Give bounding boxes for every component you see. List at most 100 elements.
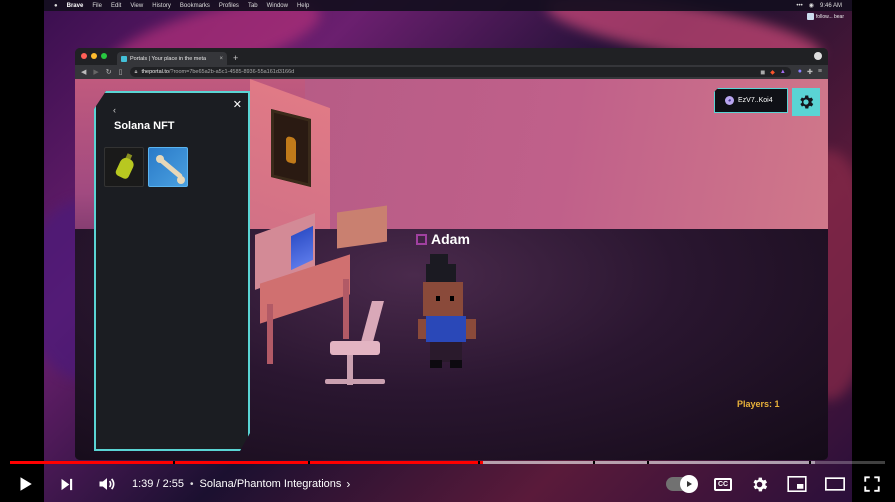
url-host: theportal.to <box>141 69 169 75</box>
avatar-eye <box>450 296 454 301</box>
tab-bar: Portals | Your place in the meta × + <box>75 48 828 65</box>
chapter-marker <box>809 461 811 464</box>
new-tab-button[interactable]: + <box>233 53 238 63</box>
avatar-head <box>423 282 463 316</box>
lock-icon: 🔒︎ <box>134 68 138 75</box>
back-arrow-icon[interactable]: ◀ <box>81 68 86 76</box>
close-icon[interactable]: ✕ <box>233 98 242 111</box>
portals-favicon-icon <box>121 55 127 62</box>
brave-shield-icon[interactable]: ◆ <box>770 69 775 76</box>
reload-icon[interactable]: ↻ <box>106 68 112 76</box>
extension-icon[interactable]: ● <box>798 68 802 76</box>
tab-title: Portals | Your place in the meta <box>130 55 207 62</box>
player-nameplate: Adam <box>416 231 470 247</box>
nightstand <box>337 205 387 249</box>
chair-seat <box>330 341 380 355</box>
menu-bookmarks[interactable]: Bookmarks <box>180 3 210 9</box>
bookmark-icon[interactable]: ▯ <box>119 68 123 76</box>
player-avatar[interactable] <box>418 254 480 379</box>
gear-icon <box>800 95 814 109</box>
game-viewport[interactable]: Adam ‹ ✕ Solana NFT ◕ EzV7..Koi4 Players… <box>75 79 828 460</box>
back-chevron-icon[interactable]: ‹ <box>113 105 116 115</box>
player-name: Adam <box>431 231 470 247</box>
phantom-wallet-icon: ◕ <box>725 96 734 105</box>
url-path: /?room=7be65a2b-a5c1-4585-8936-55a161d31… <box>168 69 295 75</box>
autoplay-toggle[interactable] <box>666 475 698 493</box>
avatar-arm <box>466 319 476 339</box>
tab-search-icon[interactable] <box>814 52 822 60</box>
browser-window: Portals | Your place in the meta × + ◀ ▶… <box>75 48 828 460</box>
chapter-marker <box>593 461 595 464</box>
camera-icon[interactable]: ◼ <box>760 69 765 76</box>
avatar-body <box>426 316 466 342</box>
video-progress-bar[interactable] <box>10 461 885 464</box>
potion-icon <box>114 156 135 180</box>
settings-video-button[interactable] <box>750 475 769 494</box>
autoplay-play-icon <box>687 481 692 487</box>
desk-leg <box>267 304 273 364</box>
menu-icon[interactable]: ≡ <box>818 68 822 76</box>
menubar-clock[interactable]: 9:46 AM <box>820 3 842 9</box>
menu-profiles[interactable]: Profiles <box>219 3 239 9</box>
wallet-address: EzV7..Koi4 <box>738 97 773 104</box>
chapter-title[interactable]: Solana/Phantom Integrations <box>200 478 342 490</box>
wallet-button[interactable]: ◕ EzV7..Koi4 <box>714 88 788 113</box>
menu-tab[interactable]: Tab <box>248 3 258 9</box>
video-player: ● Brave File Edit View History Bookmarks… <box>0 0 895 502</box>
minimize-window-button[interactable] <box>91 53 97 59</box>
players-count: Players: 1 <box>737 399 780 409</box>
settings-button[interactable] <box>792 88 820 116</box>
desk-leg <box>343 279 349 339</box>
desktop-file[interactable]: follow... bear <box>806 13 844 20</box>
menu-history[interactable]: History <box>152 3 171 9</box>
play-icon <box>20 477 32 491</box>
apple-icon[interactable]: ● <box>54 3 58 9</box>
nft-grid <box>104 147 188 187</box>
miniplayer-button[interactable] <box>787 476 807 492</box>
nft-panel-title: Solana NFT <box>114 120 175 132</box>
avatar-legs <box>430 342 462 362</box>
chapter-chevron-icon[interactable]: › <box>346 477 350 491</box>
nft-item-bone[interactable] <box>148 147 188 187</box>
tab-close-icon[interactable]: × <box>219 56 223 62</box>
puzzle-icon[interactable]: ✚ <box>807 68 813 76</box>
video-controls: 1:39 / 2:55 • Solana/Phantom Integration… <box>0 466 895 502</box>
theater-mode-button[interactable] <box>825 477 845 491</box>
forward-arrow-icon[interactable]: ▶ <box>93 68 98 76</box>
chapter-marker <box>478 461 480 464</box>
menu-file[interactable]: File <box>92 3 102 9</box>
address-bar[interactable]: 🔒︎ theportal.to/?room=7be65a2b-a5c1-4585… <box>129 67 791 77</box>
menubar-app-name[interactable]: Brave <box>67 3 84 9</box>
captions-button[interactable]: CC <box>714 477 732 491</box>
browser-tab[interactable]: Portals | Your place in the meta × <box>117 52 227 65</box>
dots-icon[interactable]: ••• <box>796 3 802 9</box>
avatar-shoe <box>450 360 462 368</box>
time-separator: • <box>190 478 194 490</box>
menu-edit[interactable]: Edit <box>111 3 121 9</box>
painting-bottle <box>286 135 296 165</box>
window-controls <box>81 53 107 59</box>
menu-view[interactable]: View <box>130 3 143 9</box>
file-icon <box>806 13 814 20</box>
play-button[interactable] <box>16 475 34 493</box>
nft-item-potion[interactable] <box>104 147 144 187</box>
next-button[interactable] <box>58 476 75 493</box>
avatar-eye <box>436 296 440 301</box>
theater-icon <box>825 477 845 491</box>
menu-help[interactable]: Help <box>297 3 309 9</box>
zoom-window-button[interactable] <box>101 53 107 59</box>
close-window-button[interactable] <box>81 53 87 59</box>
wall-painting <box>271 109 311 187</box>
nft-inventory-panel: ‹ ✕ Solana NFT <box>94 91 250 451</box>
mac-menubar: ● Brave File Edit View History Bookmarks… <box>44 0 852 11</box>
menu-window[interactable]: Window <box>267 3 288 9</box>
volume-button[interactable] <box>97 474 117 494</box>
autoplay-knob <box>680 475 698 493</box>
right-controls: CC <box>666 466 881 502</box>
fullscreen-icon <box>864 476 880 492</box>
wifi-icon[interactable]: ◉ <box>809 2 814 9</box>
fullscreen-button[interactable] <box>863 475 881 493</box>
brave-rewards-icon[interactable]: ▲ <box>780 69 786 76</box>
player-marker-icon <box>416 233 427 245</box>
avatar-shoe <box>430 360 442 368</box>
